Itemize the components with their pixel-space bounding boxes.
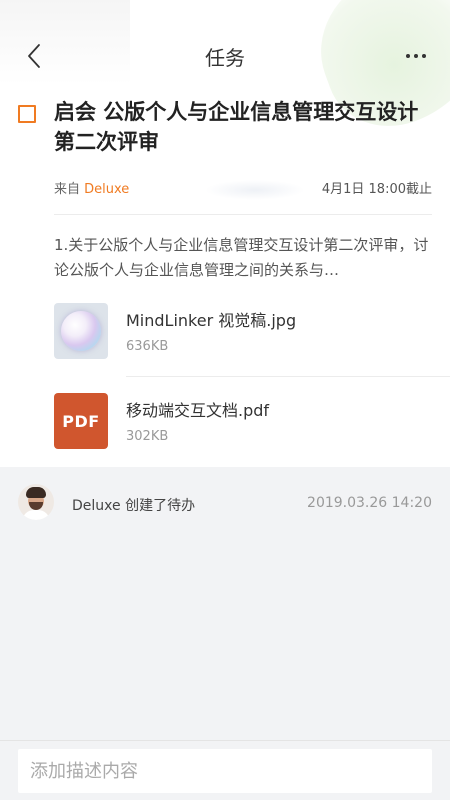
bottom-input-bar [0,740,450,800]
activity-text: Deluxe 创建了待办 [72,498,196,514]
attachment-item-pdf[interactable]: PDF 移动端交互文档.pdf 302KB [54,393,450,465]
task-complete-checkbox[interactable] [18,105,36,123]
divider [126,376,450,377]
divider [54,214,432,215]
avatar[interactable] [18,484,54,520]
task-title: 启会 公版个人与企业信息管理交互设计第二次评审 [54,100,419,154]
navigation-bar: 任务 [0,30,450,82]
task-meta: 来自 Deluxe 4月1日 18:00截止 [54,178,432,198]
source-prefix: 来自 [54,182,81,197]
task-detail-panel: 任务 启会 公版个人与企业信息管理交互设计第二次评审 来自 Deluxe 4月1… [0,0,450,467]
more-dot-icon [406,54,410,58]
task-source: 来自 Deluxe [54,178,129,197]
source-name-link[interactable]: Deluxe [84,182,129,197]
pdf-icon: PDF [54,393,108,449]
add-description-input[interactable] [18,749,432,793]
attachment-name: 移动端交互文档.pdf [126,401,270,420]
avatar-shirt [22,510,50,520]
activity-timestamp: 2019.03.26 14:20 [307,495,432,511]
image-thumbnail [54,303,108,359]
more-options-button[interactable] [400,42,432,70]
activity-log-item: Deluxe 创建了待办 2019.03.26 14:20 [0,480,450,524]
page-title: 任务 [205,46,245,70]
bubble-image-icon [61,311,101,351]
more-dot-icon [422,54,426,58]
attachment-size: 302KB [126,429,169,444]
attachment-item-image[interactable]: MindLinker 视觉稿.jpg 636KB [54,303,450,375]
more-dot-icon [414,54,418,58]
attachment-name: MindLinker 视觉稿.jpg [126,311,297,330]
avatar-hair [26,487,46,498]
avatar-beard [29,502,43,510]
attachment-size: 636KB [126,339,169,354]
task-deadline: 4月1日 18:00截止 [321,182,432,197]
task-description[interactable]: 1.关于公版个人与企业信息管理交互设计第二次评审，讨论公版个人与企业信息管理之间… [54,233,432,283]
